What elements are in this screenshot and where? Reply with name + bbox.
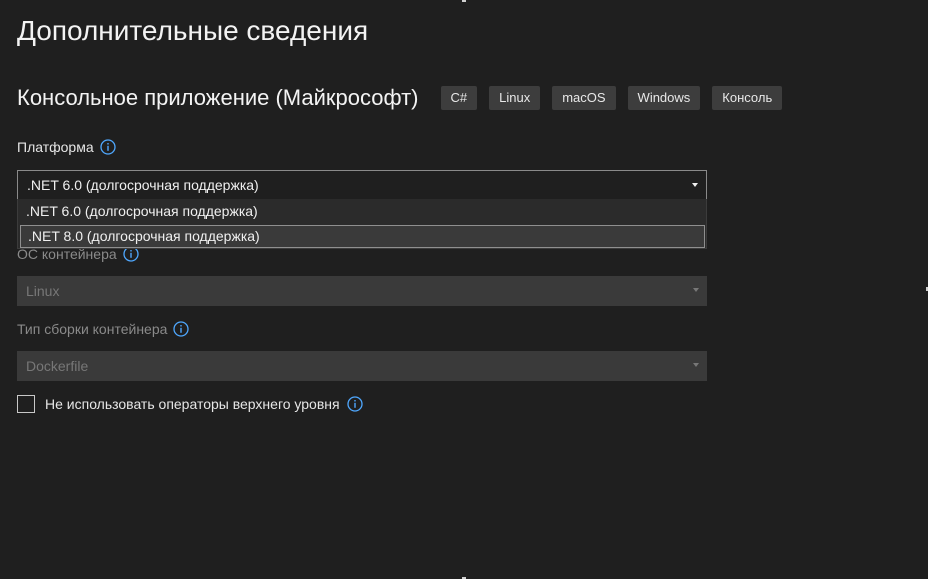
chevron-down-icon: [693, 288, 699, 292]
tag-macos: macOS: [552, 86, 616, 110]
container-os-select: Linux: [17, 276, 707, 306]
template-header: Консольное приложение (Майкрософт) C# Li…: [17, 84, 794, 112]
framework-dropdown-list: .NET 6.0 (долгосрочная поддержка) .NET 8…: [17, 199, 707, 249]
page-title: Дополнительные сведения: [17, 15, 369, 46]
framework-label: Платформа: [17, 139, 116, 155]
tag-linux: Linux: [489, 86, 541, 110]
top-level-statements-row: Не использовать операторы верхнего уровн…: [17, 393, 363, 415]
edge-mark-top: [462, 0, 466, 2]
tag-windows: Windows: [627, 86, 701, 110]
framework-label-text: Платформа: [17, 139, 94, 155]
container-build-type-select: Dockerfile: [17, 351, 707, 381]
top-level-statements-checkbox[interactable]: [17, 395, 35, 413]
framework-select[interactable]: .NET 6.0 (долгосрочная поддержка): [17, 170, 707, 200]
chevron-down-icon: [693, 363, 699, 367]
chevron-down-icon: [692, 183, 698, 187]
template-name: Консольное приложение (Майкрософт): [17, 85, 419, 110]
top-level-statements-label[interactable]: Не использовать операторы верхнего уровн…: [45, 396, 340, 412]
info-circle-icon[interactable]: [173, 321, 190, 337]
framework-selected-value: .NET 6.0 (долгосрочная поддержка): [27, 177, 259, 193]
tag-csharp: C#: [440, 86, 478, 110]
info-circle-icon[interactable]: [99, 139, 116, 155]
container-build-type-value: Dockerfile: [26, 358, 89, 374]
tag-console: Консоль: [712, 86, 783, 110]
framework-option-net6[interactable]: .NET 6.0 (долгосрочная поддержка): [19, 201, 705, 224]
container-build-type-label: Тип сборки контейнера: [17, 321, 190, 337]
container-os-value: Linux: [26, 283, 60, 299]
info-circle-icon[interactable]: [346, 396, 363, 412]
container-build-type-label-text: Тип сборки контейнера: [17, 321, 168, 337]
framework-option-net8[interactable]: .NET 8.0 (долгосрочная поддержка): [20, 225, 705, 248]
